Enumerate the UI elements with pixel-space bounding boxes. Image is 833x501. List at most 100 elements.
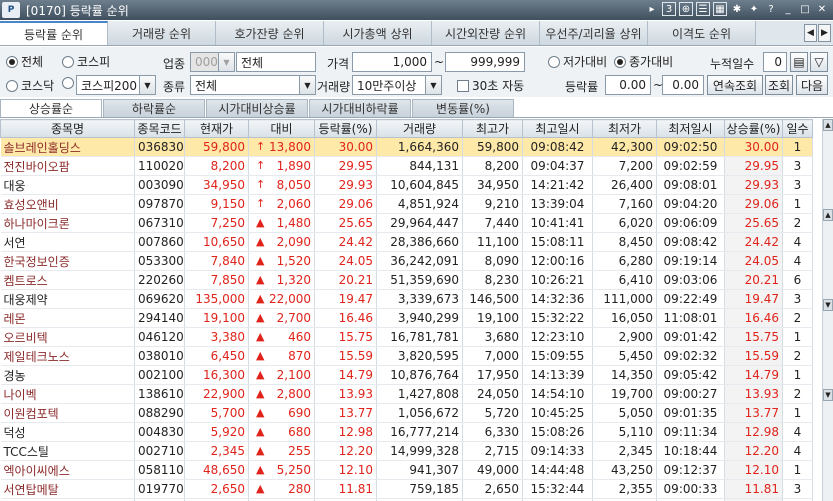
zoom-icon[interactable]: ⊕	[679, 2, 693, 16]
scroll-up-icon[interactable]: ▲	[823, 119, 833, 131]
vertical-scrollbar[interactable]: ▲ ▲ ▼ ▼	[822, 119, 833, 501]
column-header[interactable]: 등락률(%)	[314, 119, 377, 138]
minimize-icon[interactable]: _	[781, 2, 795, 16]
scroll-down-icon[interactable]: ▼	[823, 389, 833, 401]
current-price-cell: 5,920	[184, 422, 249, 442]
industry-name-field[interactable]: 전체	[236, 52, 316, 72]
market-kospi-radio[interactable]: 코스피	[62, 53, 110, 70]
column-header[interactable]: 대비	[248, 119, 315, 138]
tab-right-icon[interactable]: ▶	[818, 24, 831, 42]
chevron-down-icon[interactable]: ▼	[425, 76, 441, 94]
continuous-query-button[interactable]: 연속조회	[707, 75, 763, 95]
market-kospi200-radio[interactable]	[62, 77, 74, 89]
query-button[interactable]: 조회	[765, 75, 793, 95]
table-row[interactable]: 대웅제약 069620 135,000 ▲ 22,000 19.47 3,339,673 14…	[0, 289, 813, 309]
ranking-table: 종목명 종목코드 현재가 대비 등락률(%) 거래량 최고가 최고일시 최저가 최저일시 상승률(%…	[0, 119, 822, 501]
table-row[interactable]: TCC스틸 002710 2,345 ▲ 255 12.20 14,999,328 2,715…	[0, 441, 813, 461]
tab-fall-rate[interactable]: 하락률순	[103, 99, 205, 117]
column-header[interactable]: 종목코드	[134, 119, 185, 138]
rise-rate-cell: 20.21	[724, 270, 783, 290]
table-row[interactable]: 솔브레인홀딩스 036830 59,800 ↑ 13,800 30.00 1,664,360…	[0, 137, 813, 157]
column-header[interactable]: 최고가	[462, 119, 523, 138]
chevron-down-icon[interactable]: ▼	[139, 76, 155, 94]
scroll-pin-icon[interactable]: ▲	[823, 209, 833, 221]
column-header[interactable]: 일수	[782, 119, 813, 138]
vs-low-radio[interactable]: 저가대비	[548, 53, 607, 70]
tab-left-icon[interactable]: ◀	[804, 24, 817, 42]
tab-afterhours-rank[interactable]: 시간외잔량 순위	[432, 21, 540, 45]
tab-rise-rate[interactable]: 상승률순	[0, 99, 102, 117]
tab-volume-rank[interactable]: 거래량 순위	[108, 21, 216, 45]
column-header[interactable]: 상승률(%)	[724, 119, 783, 138]
auto-refresh-checkbox[interactable]: 30초 자동	[457, 77, 524, 94]
type-select[interactable]: 전체 ▼	[190, 75, 316, 95]
column-header[interactable]: 최저일시	[656, 119, 725, 138]
tab-volatility[interactable]: 변동률(%)	[412, 99, 514, 117]
volume-select[interactable]: 10만주이상 ▼	[352, 75, 442, 95]
scroll-track[interactable]	[823, 131, 833, 209]
table-row[interactable]: 나이벡 138610 22,900 ▲ 2,800 13.93 1,427,808 24,05…	[0, 384, 813, 404]
column-header[interactable]: 최저가	[592, 119, 657, 138]
low-price-cell: 19,700	[592, 384, 657, 404]
help-icon[interactable]: ?	[764, 2, 778, 16]
table-row[interactable]: 제일테크노스 038010 6,450 ▲ 870 15.59 3,820,595 7,000…	[0, 346, 813, 366]
tab-rate-rank[interactable]: 등락률 순위	[0, 21, 108, 45]
chevron-down-icon[interactable]: ▼	[218, 53, 234, 71]
pin-icon[interactable]: ✱	[730, 2, 744, 16]
table-row[interactable]: 덕성 004830 5,920 ▲ 680 12.98 16,777,214 6,330 15:…	[0, 422, 813, 442]
close-icon[interactable]: ✕	[815, 2, 829, 16]
stock-name-cell: 한국정보인증	[0, 251, 135, 271]
change-value: 1,890	[276, 159, 311, 173]
tab-preferred-rank[interactable]: 우선주/괴리율 상위	[540, 21, 648, 45]
rise-rate-cell: 30.00	[724, 137, 783, 157]
vs-close-radio[interactable]: 종가대비	[614, 53, 673, 70]
industry-code-input[interactable]: 0000 ▼	[190, 52, 235, 72]
table-row[interactable]: 효성오앤비 097870 9,150 ↑ 2,060 29.06 4,851,924 9,21…	[0, 194, 813, 214]
tab-disparity-rank[interactable]: 이격도 순위	[648, 21, 756, 45]
next-button[interactable]: 다음	[796, 75, 828, 95]
column-header[interactable]: 현재가	[184, 119, 249, 138]
high-price-cell: 8,090	[462, 251, 523, 271]
table-row[interactable]: 레몬 294140 19,100 ▲ 2,700 16.46 3,940,299 19,100…	[0, 308, 813, 328]
market-all-radio[interactable]: 전체	[6, 53, 43, 70]
tab-open-rise[interactable]: 시가대비상승률	[206, 99, 308, 117]
tab-orderbook-rank[interactable]: 호가잔량 순위	[216, 21, 324, 45]
table-row[interactable]: 엑아이씨에스 058110 48,650 ▲ 5,250 12.10 941,307 49,0…	[0, 460, 813, 480]
star-icon[interactable]: ✦	[747, 2, 761, 16]
table-row[interactable]: 켐트로스 220260 7,850 ▲ 1,320 20.21 51,359,690 8,23…	[0, 270, 813, 290]
scroll-track[interactable]	[823, 221, 833, 299]
rate-min-input[interactable]: 0.00	[605, 75, 651, 95]
grid-icon[interactable]: ▦	[713, 2, 727, 16]
table-row[interactable]: 서연탑메탈 019770 2,650 ▲ 280 11.81 759,185 2,650 15:…	[0, 479, 813, 499]
table-row[interactable]: 오르비텍 046120 3,380 ▲ 460 15.75 16,781,781 3,680 1…	[0, 327, 813, 347]
nav-icon[interactable]: ▸	[645, 2, 659, 16]
table-row[interactable]: 대웅 003090 34,950 ↑ 8,050 29.93 10,604,845 34,95…	[0, 175, 813, 195]
column-header[interactable]: 종목명	[0, 119, 135, 138]
filter-icon[interactable]: ▽	[810, 52, 828, 72]
scroll-pin-icon[interactable]: ▼	[823, 299, 833, 311]
market-kosdaq-radio[interactable]: 코스닥	[6, 77, 54, 94]
calendar-icon[interactable]: ▤	[790, 52, 808, 72]
maximize-icon[interactable]: □	[798, 2, 812, 16]
market-kospi200-select[interactable]: 코스피200 ▼	[76, 75, 156, 95]
table-row[interactable]: 이원컴포텍 088290 5,700 ▲ 690 13.77 1,056,672 5,720 1…	[0, 403, 813, 423]
stock-name-cell: 서연탑메탈	[0, 479, 135, 499]
accum-days-input[interactable]: 0	[763, 52, 787, 72]
table-row[interactable]: 전진바이오팜 110020 8,200 ↑ 1,890 29.95 844,131 8,200…	[0, 156, 813, 176]
list-icon[interactable]: ☰	[696, 2, 710, 16]
scroll-track[interactable]	[823, 311, 833, 389]
tab-open-fall[interactable]: 시가대비하락률	[309, 99, 411, 117]
table-row[interactable]: 하나마이크론 067310 7,250 ▲ 1,480 25.65 29,964,447 7,…	[0, 213, 813, 233]
column-header[interactable]: 거래량	[376, 119, 463, 138]
chevron-down-icon[interactable]: ▼	[299, 76, 315, 94]
table-row[interactable]: 한국정보인증 053300 7,840 ▲ 1,520 24.05 36,242,091 8,…	[0, 251, 813, 271]
volume-cell: 4,851,924	[376, 194, 463, 214]
tab-market-cap[interactable]: 시가총액 상위	[324, 21, 432, 45]
table-row[interactable]: 경농 002100 16,300 ▲ 2,100 14.79 10,876,764 17,95…	[0, 365, 813, 385]
page-number-icon[interactable]: 3	[662, 2, 676, 16]
price-max-input[interactable]: 999,999	[445, 52, 525, 72]
column-header[interactable]: 최고일시	[522, 119, 593, 138]
rate-max-input[interactable]: 0.00	[662, 75, 704, 95]
price-min-input[interactable]: 1,000	[352, 52, 432, 72]
table-row[interactable]: 서연 007860 10,650 ▲ 2,090 24.42 28,386,660 11,10…	[0, 232, 813, 252]
